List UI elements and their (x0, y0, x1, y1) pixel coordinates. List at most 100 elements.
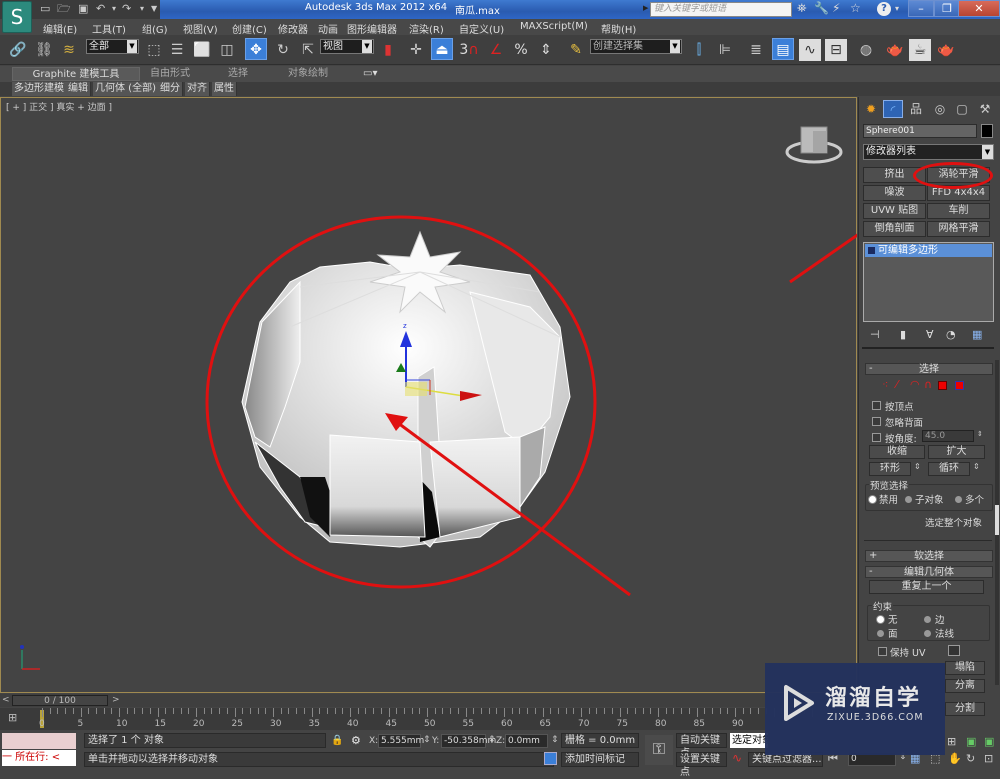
favorites-star-icon[interactable]: ☆ (850, 1, 861, 15)
zoom-extents-selected-icon[interactable]: ▣ (966, 735, 976, 748)
y-coordinate-field[interactable]: -50.358mm (441, 734, 496, 748)
ribbon-options-icon[interactable]: ▭▾ (363, 67, 377, 81)
make-unique-icon[interactable]: ∀ (926, 328, 934, 341)
subtab-align[interactable]: 对齐 (185, 82, 210, 96)
preview-multi-radio[interactable] (955, 496, 962, 503)
constraint-edge-radio[interactable] (924, 616, 931, 623)
modifier-bevel-profile-button[interactable]: 倒角剖面 (863, 221, 926, 237)
border-mode-icon[interactable]: ◠ (910, 378, 920, 391)
show-end-result-icon[interactable]: ▮ (900, 328, 906, 341)
pan-hand-icon[interactable]: ✋ (948, 752, 962, 765)
select-and-move-icon[interactable]: ✥ (245, 38, 267, 60)
rectangular-selection-icon[interactable]: ⬜ (191, 39, 213, 61)
menu-views[interactable]: 视图(V) (183, 21, 218, 36)
display-tab-icon[interactable]: ▢ (952, 100, 972, 118)
wrench-icon[interactable]: 🔧 (814, 1, 829, 15)
x-coordinate-field[interactable]: 5.555mm (378, 734, 424, 748)
pin-stack-icon[interactable]: ⊣ (870, 328, 880, 341)
app-logo-button[interactable]: S (2, 1, 32, 33)
modifier-lathe-button[interactable]: 车削 (927, 203, 990, 219)
menu-maxscript[interactable]: MAXScript(M) (520, 21, 588, 32)
select-by-name-icon[interactable]: ☰ (166, 39, 188, 61)
select-object-icon[interactable]: ⬚ (143, 39, 165, 61)
angle-spinner-field[interactable]: 45.0 (922, 430, 974, 442)
ribbon-tab-freeform[interactable]: 自由形式 (150, 67, 190, 81)
modifier-extrude-button[interactable]: 挤出 (863, 167, 926, 183)
configure-modifier-sets-icon[interactable]: ▦ (972, 328, 982, 341)
zoom-all-icon[interactable]: ▣ (984, 735, 994, 748)
menu-tools[interactable]: 工具(T) (92, 21, 126, 36)
menu-group[interactable]: 组(G) (142, 21, 168, 36)
satellite-icon[interactable]: ⚡ (832, 1, 840, 15)
selection-lock-icon[interactable]: 🔒 (331, 735, 343, 746)
rollout-soft-selection-header[interactable]: + 软选择 (865, 550, 993, 562)
new-file-icon[interactable]: ▭ (40, 2, 50, 16)
ignore-backfacing-checkbox[interactable] (872, 417, 881, 426)
preserve-uv-settings-icon[interactable] (948, 645, 960, 656)
modifier-uvw-map-button[interactable]: UVW 贴图 (863, 203, 926, 219)
loop-button[interactable]: 循环 (928, 462, 970, 476)
set-key-button[interactable]: 设置关键点 (676, 752, 727, 778)
material-editor-icon[interactable]: ◍ (855, 39, 877, 61)
menu-create[interactable]: 创建(C) (232, 21, 267, 36)
binoculars-icon[interactable]: ⛯ (797, 1, 807, 16)
search-expand-icon[interactable]: ▶ (643, 4, 648, 12)
menu-edit[interactable]: 编辑(E) (43, 21, 77, 36)
help-dropdown-icon[interactable]: ▾ (895, 4, 899, 13)
menu-customize[interactable]: 自定义(U) (459, 21, 504, 36)
customize-toolbar-icon[interactable]: ▼ (151, 2, 157, 16)
undo-dropdown-icon[interactable]: ▾ (112, 2, 116, 16)
bind-space-warp-icon[interactable]: ≋ (58, 39, 80, 61)
angle-spinner-arrows-icon[interactable]: ⇕ (977, 430, 983, 438)
save-file-icon[interactable]: ▣ (78, 2, 88, 16)
maxscript-listener-output[interactable]: 一 所在行: < (2, 750, 76, 766)
y-spinner-icon[interactable]: ⇕ (488, 735, 496, 745)
key-curve-icon[interactable]: ∿ (732, 751, 742, 765)
redo-dropdown-icon[interactable]: ▾ (140, 2, 144, 16)
snaps-toggle-icon[interactable]: 3∩ (458, 39, 480, 61)
select-and-rotate-icon[interactable]: ↻ (272, 39, 294, 61)
link-icon[interactable]: 🔗 (7, 39, 29, 61)
repeat-last-button[interactable]: 重复上一个 (869, 580, 984, 594)
help-icon[interactable]: ? (877, 2, 891, 16)
mirror-icon[interactable]: ⫿ (688, 39, 710, 61)
time-next-icon[interactable]: > (112, 695, 120, 705)
time-tag-icon[interactable] (544, 752, 557, 765)
select-and-scale-icon[interactable]: ⇱ (297, 39, 319, 61)
window-crossing-icon[interactable]: ◫ (216, 39, 238, 61)
stack-expand-icon[interactable] (868, 247, 875, 254)
vertex-mode-icon[interactable]: ⁖ (882, 378, 888, 391)
modifier-ffd-button[interactable]: FFD 4x4x4 (927, 185, 990, 201)
graphite-toggle-icon[interactable]: ▤ (772, 38, 794, 60)
key-mode-dropdown[interactable]: 选定对象 (730, 733, 768, 748)
preserve-uv-checkbox[interactable] (878, 647, 887, 656)
ribbon-tab-graphite[interactable]: Graphite 建模工具 (12, 67, 140, 81)
menu-help[interactable]: 帮助(H) (601, 21, 636, 36)
by-vertex-checkbox[interactable] (872, 401, 881, 410)
constraint-none-radio[interactable] (877, 616, 884, 623)
maximize-button[interactable]: ❐ (934, 0, 960, 17)
minimize-button[interactable]: – (908, 0, 934, 17)
time-slider-thumb[interactable]: 0 / 100 (12, 695, 108, 706)
edge-mode-icon[interactable]: ⁄ (896, 378, 898, 391)
modifier-noise-button[interactable]: 噪波 (863, 185, 926, 201)
open-file-icon[interactable]: 🗁 (57, 2, 71, 16)
grow-button[interactable]: 扩大 (928, 445, 985, 459)
undo-icon[interactable]: ↶ (96, 2, 105, 16)
subtab-geometry-all[interactable]: 几何体 (全部) (93, 82, 159, 96)
stack-item-editable-poly[interactable]: 可编辑多边形 (865, 244, 992, 257)
menu-rendering[interactable]: 渲染(R) (409, 21, 444, 36)
x-spinner-icon[interactable]: ⇕ (423, 735, 431, 745)
layer-manager-icon[interactable]: ≣ (745, 39, 767, 61)
curve-editor-icon[interactable]: ∿ (799, 39, 821, 61)
schematic-view-icon[interactable]: ⊟ (825, 39, 847, 61)
object-color-swatch[interactable] (981, 124, 993, 138)
detach-button[interactable]: 分离 (945, 679, 985, 693)
align-icon[interactable]: ⊫ (714, 39, 736, 61)
modifier-list-dropdown[interactable]: 修改器列表 ▼ (863, 144, 994, 160)
element-mode-icon[interactable] (955, 381, 964, 390)
z-coordinate-field[interactable]: 0.0mm (505, 734, 548, 748)
subtab-polygon-modeling[interactable]: 多边形建模 (12, 82, 67, 96)
polygon-mode-icon[interactable] (938, 381, 947, 390)
collapse-button[interactable]: 塌陷 (945, 661, 985, 675)
